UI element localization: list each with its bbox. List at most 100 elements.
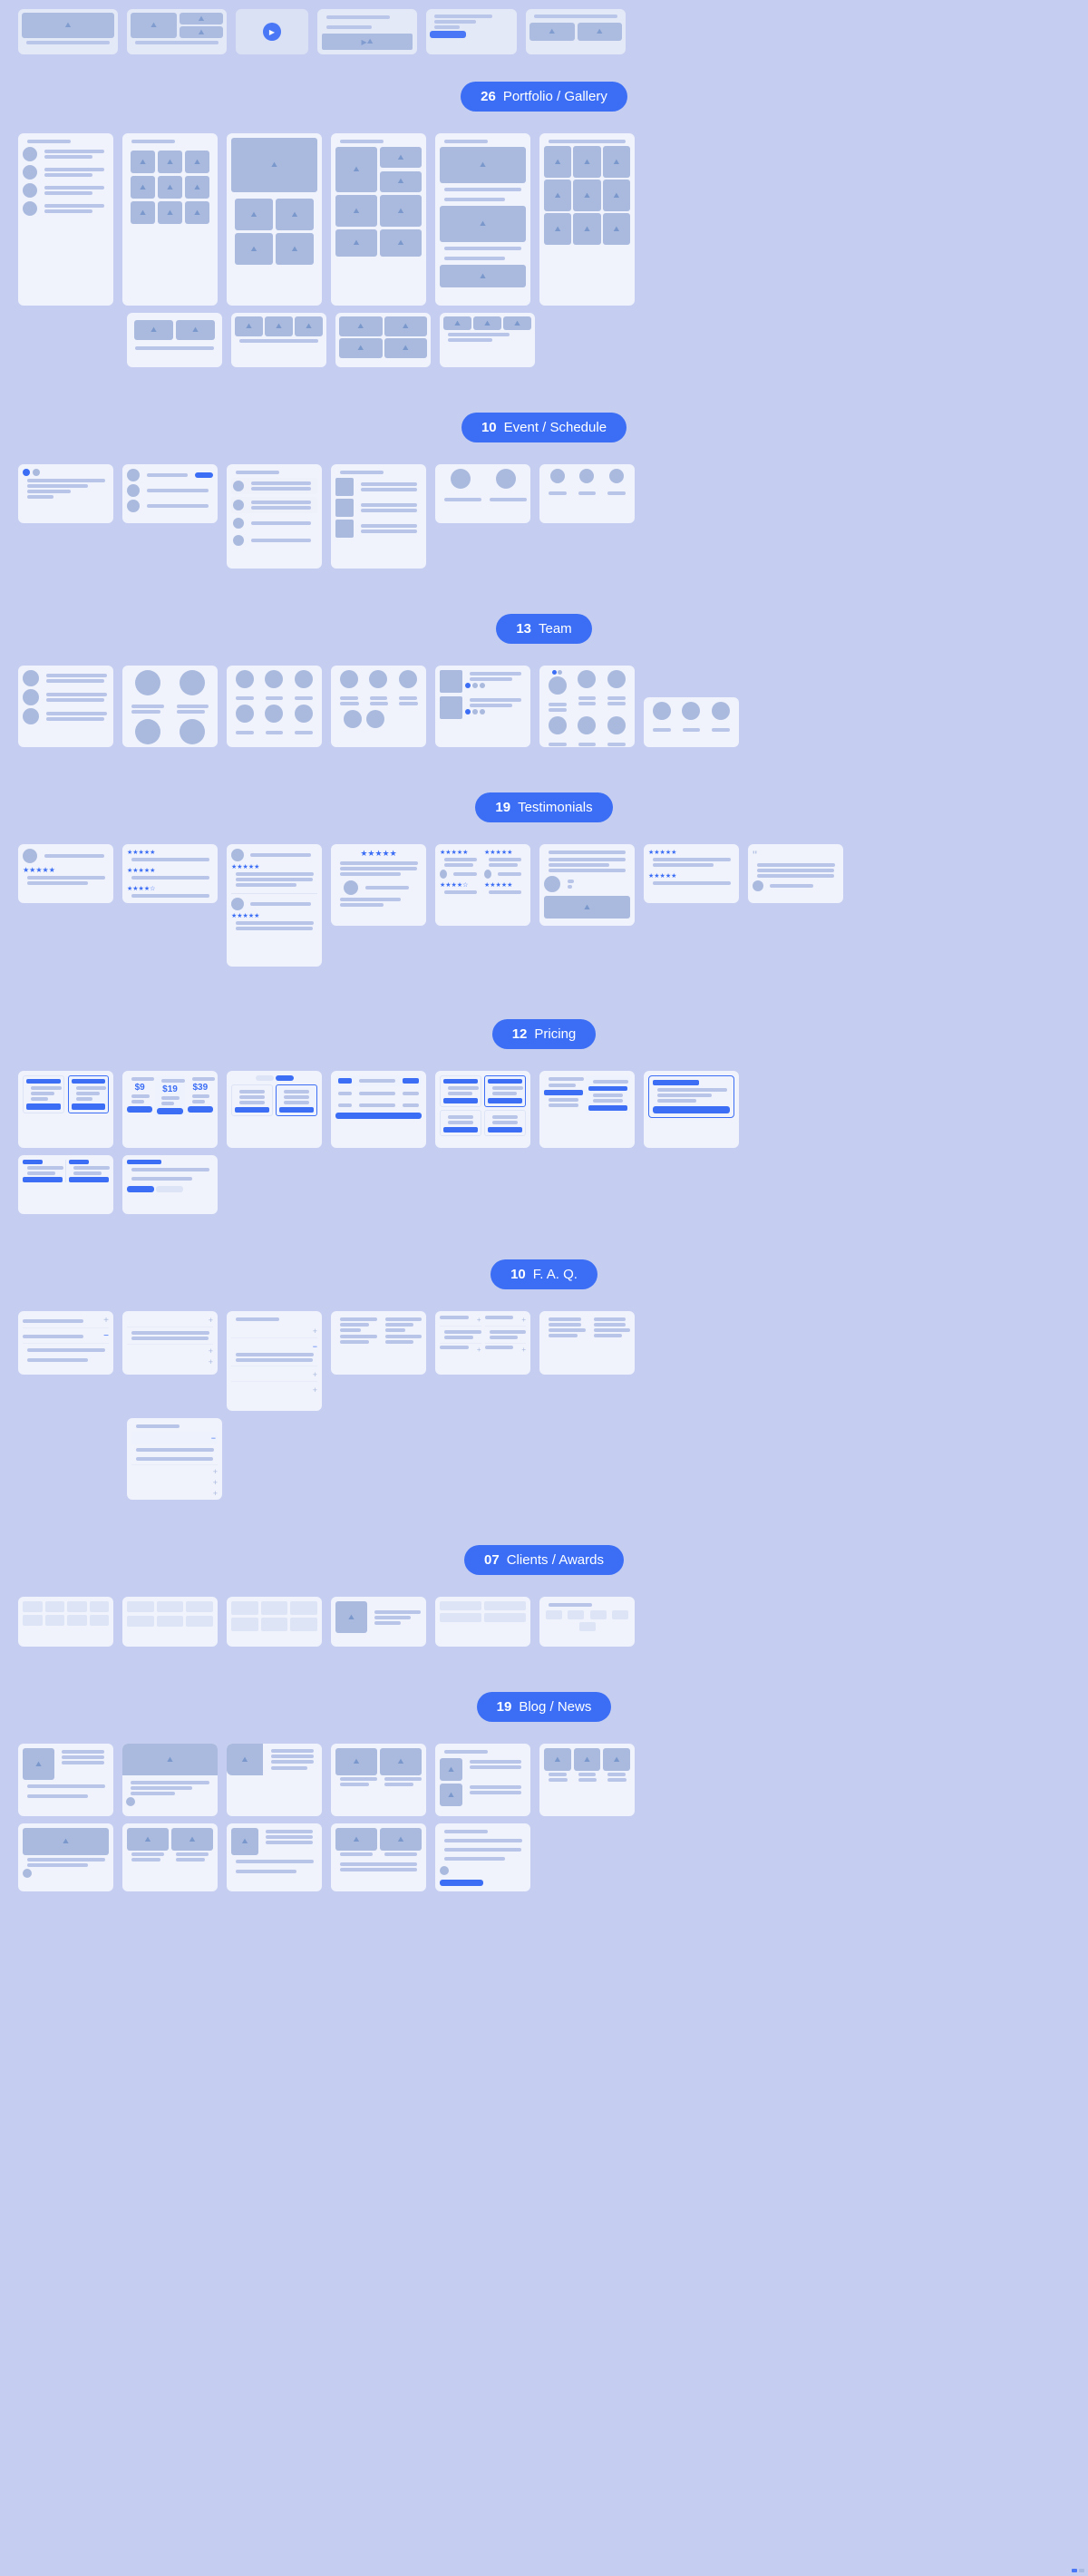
event-card-6 <box>539 464 635 523</box>
partial-card-2 <box>127 9 227 54</box>
event-card-1 <box>18 464 113 523</box>
testimonial-card-4: ★★★★★ <box>331 844 426 926</box>
pricing-card-4 <box>331 1071 426 1148</box>
team-card-4 <box>331 666 426 747</box>
portfolio-card-8 <box>231 313 326 367</box>
pricing-label: Pricing <box>534 1026 576 1042</box>
blog-card-8 <box>122 1823 218 1891</box>
partial-card-6 <box>526 9 626 54</box>
blog-card-1 <box>18 1744 113 1816</box>
blog-card-7 <box>18 1823 113 1891</box>
blog-count: 19 <box>497 1699 512 1715</box>
portfolio-card-7 <box>127 313 222 367</box>
blog-card-10 <box>331 1823 426 1891</box>
team-card-2 <box>122 666 218 747</box>
top-partial-section: ▶ ▶ <box>0 0 1088 54</box>
portfolio-card-5 <box>435 133 530 306</box>
clients-section: 07 Clients / Awards <box>0 1518 1088 1665</box>
pricing-card-2: $9 $19 $39 <box>122 1071 218 1148</box>
clients-label: Clients / Awards <box>507 1552 604 1568</box>
partial-card-1 <box>18 9 118 54</box>
portfolio-section: 26 Portfolio / Gallery <box>0 54 1088 385</box>
pricing-section: 12 Pricing <box>0 992 1088 1232</box>
faq-card-7: − + + + <box>127 1418 222 1500</box>
clients-card-2 <box>122 1597 218 1647</box>
team-label: Team <box>539 621 572 637</box>
event-card-4 <box>331 464 426 569</box>
blog-card-9 <box>227 1823 322 1891</box>
faq-card-1: + − <box>18 1311 113 1375</box>
team-count: 13 <box>516 621 531 637</box>
blog-card-2 <box>122 1744 218 1816</box>
clients-count: 07 <box>484 1552 500 1568</box>
faq-card-2: + + + <box>122 1311 218 1375</box>
team-badge: 13 Team <box>496 614 591 644</box>
event-label: Event / Schedule <box>504 420 607 435</box>
pricing-card-9 <box>122 1155 218 1214</box>
partial-card-3: ▶ <box>236 9 308 54</box>
clients-badge: 07 Clients / Awards <box>464 1545 624 1575</box>
portfolio-card-4 <box>331 133 426 306</box>
team-card-1 <box>18 666 113 747</box>
partial-card-4: ▶ <box>317 9 417 54</box>
faq-card-3: + − + <box>227 1311 322 1411</box>
clients-card-5 <box>435 1597 530 1647</box>
portfolio-card-10 <box>440 313 535 367</box>
testimonial-card-1: ★★★★★ <box>18 844 113 903</box>
blog-card-3 <box>227 1744 322 1816</box>
clients-card-6 <box>539 1597 635 1647</box>
event-count: 10 <box>481 420 497 435</box>
blog-card-5 <box>435 1744 530 1816</box>
clients-card-1 <box>18 1597 113 1647</box>
event-header: 10 Event / Schedule <box>18 413 1070 442</box>
blog-header: 19 Blog / News <box>18 1692 1070 1722</box>
testimonials-badge: 19 Testimonials <box>475 792 612 822</box>
pricing-card-5 <box>435 1071 530 1148</box>
team-card-7 <box>644 697 739 747</box>
partial-card-5 <box>426 9 517 54</box>
testimonials-header: 19 Testimonials <box>18 792 1070 822</box>
pricing-badge: 12 Pricing <box>492 1019 597 1049</box>
team-card-3 <box>227 666 322 747</box>
event-card-3 <box>227 464 322 569</box>
faq-section: 10 F. A. Q. + − <box>0 1232 1088 1518</box>
testimonial-card-7: ★★★★★ ★★★★★ <box>644 844 739 903</box>
portfolio-badge: 26 Portfolio / Gallery <box>461 82 627 112</box>
testimonial-card-2: ★★★★★ ★★★★★ ★★★★☆ <box>122 844 218 903</box>
blog-section: 19 Blog / News <box>0 1665 1088 1910</box>
portfolio-card-9 <box>335 313 431 367</box>
testimonials-count: 19 <box>495 800 510 815</box>
pricing-card-7 <box>644 1071 739 1148</box>
portfolio-count: 26 <box>481 89 496 104</box>
portfolio-card-3 <box>227 133 322 306</box>
team-card-6 <box>539 666 635 747</box>
portfolio-header: 26 Portfolio / Gallery <box>18 82 1070 112</box>
portfolio-card-6 <box>539 133 635 306</box>
testimonial-card-3: ★★★★★ ★★★★★ <box>227 844 322 967</box>
faq-count: 10 <box>510 1267 526 1282</box>
event-section: 10 Event / Schedule <box>0 385 1088 587</box>
event-card-2 <box>122 464 218 523</box>
portfolio-card-1 <box>18 133 113 306</box>
team-header: 13 Team <box>18 614 1070 644</box>
pricing-card-8 <box>18 1155 113 1214</box>
pricing-card-3 <box>227 1071 322 1148</box>
event-card-5 <box>435 464 530 523</box>
faq-badge: 10 F. A. Q. <box>491 1259 597 1289</box>
team-section: 13 Team <box>0 587 1088 765</box>
faq-header: 10 F. A. Q. <box>18 1259 1070 1289</box>
blog-card-4 <box>331 1744 426 1816</box>
testimonials-label: Testimonials <box>518 800 593 815</box>
faq-card-5: + + + + <box>435 1311 530 1375</box>
team-card-5 <box>435 666 530 747</box>
clients-card-4 <box>331 1597 426 1647</box>
testimonial-card-6 <box>539 844 635 926</box>
portfolio-card-2 <box>122 133 218 306</box>
testimonials-section: 19 Testimonials ★★★★★ <box>0 765 1088 992</box>
portfolio-label: Portfolio / Gallery <box>503 89 607 104</box>
blog-label: Blog / News <box>519 1699 591 1715</box>
pricing-card-6 <box>539 1071 635 1148</box>
pricing-count: 12 <box>512 1026 528 1042</box>
faq-label: F. A. Q. <box>533 1267 578 1282</box>
faq-card-4 <box>331 1311 426 1375</box>
